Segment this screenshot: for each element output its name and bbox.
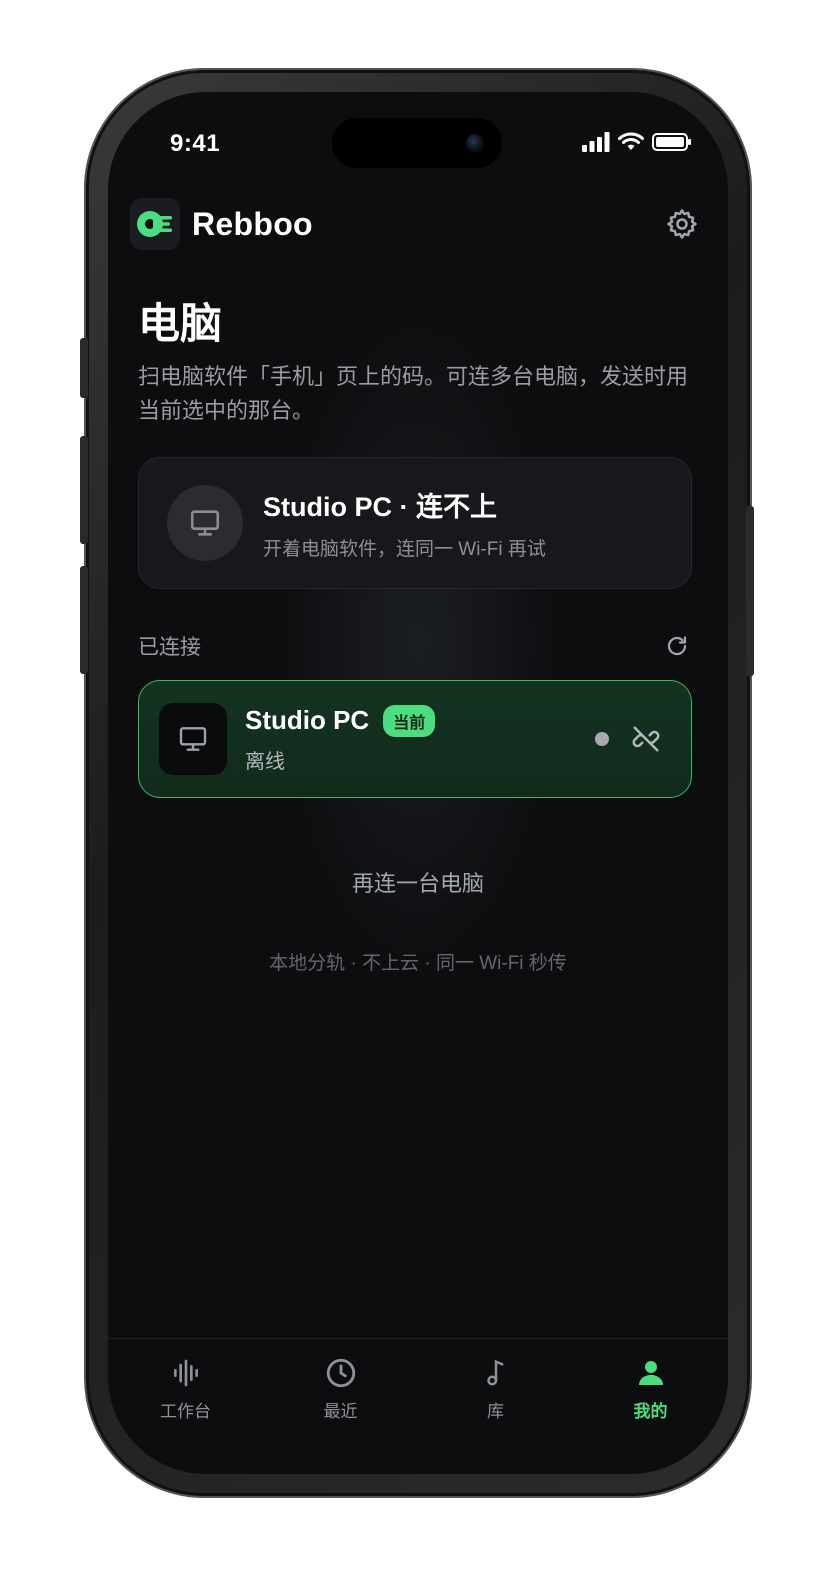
connection-status-card[interactable]: Studio PC · 连不上 开着电脑软件，连同一 Wi-Fi 再试 xyxy=(138,457,692,589)
status-title: Studio PC · 连不上 xyxy=(263,492,497,522)
section-label: 已连接 xyxy=(138,636,201,659)
wifi-icon xyxy=(618,132,644,150)
tab-label: 库 xyxy=(487,1402,504,1421)
page-title: 电脑 xyxy=(138,300,223,347)
current-badge: 当前 xyxy=(383,704,436,737)
refresh-icon xyxy=(667,636,687,656)
camera-icon xyxy=(466,134,484,152)
music-note-icon xyxy=(478,1355,514,1391)
connected-section-header: 已连接 xyxy=(138,628,692,664)
app-name: Rebboo xyxy=(192,205,313,242)
tab-recent[interactable]: 最近 xyxy=(263,1339,418,1474)
device-text: Studio PC 当前 离线 xyxy=(245,704,436,774)
tab-bar: 工作台 最近 库 我的 xyxy=(108,1338,728,1474)
unlink-icon xyxy=(632,726,660,752)
settings-button[interactable] xyxy=(662,204,702,244)
person-icon xyxy=(633,1355,669,1391)
tab-label: 工作台 xyxy=(160,1402,211,1421)
status-icon-wrapper xyxy=(167,485,243,561)
device-status: 离线 xyxy=(245,750,285,773)
battery-icon xyxy=(652,133,691,151)
volume-up-button xyxy=(80,436,88,544)
power-button xyxy=(746,506,754,676)
monitor-icon xyxy=(179,727,207,751)
disconnect-button[interactable] xyxy=(629,722,663,756)
monitor-icon xyxy=(190,510,220,536)
volume-down-button xyxy=(80,566,88,674)
screen: 9:41 Rebboo 电脑 扫电脑软件「手机」页上的码。可连多台电脑，发送时用… xyxy=(108,92,728,1474)
tab-label: 最近 xyxy=(323,1402,358,1421)
waveform-icon xyxy=(168,1355,204,1391)
tab-library[interactable]: 库 xyxy=(418,1339,573,1474)
status-subtitle: 开着电脑软件，连同一 Wi-Fi 再试 xyxy=(263,539,546,560)
refresh-button[interactable] xyxy=(662,631,692,661)
rebboo-logo-icon xyxy=(137,211,172,237)
status-time: 9:41 xyxy=(170,130,221,157)
device-name: Studio PC xyxy=(245,705,370,735)
gear-icon xyxy=(667,209,697,239)
tab-workbench[interactable]: 工作台 xyxy=(108,1339,263,1474)
tab-me[interactable]: 我的 xyxy=(573,1339,728,1474)
status-dot-icon xyxy=(595,732,609,746)
dynamic-island xyxy=(332,118,502,168)
add-another-computer-link[interactable]: 再连一台电脑 xyxy=(108,866,728,898)
device-name-row: Studio PC 当前 xyxy=(245,704,436,737)
footer-note: 本地分轨 · 不上云 · 同一 Wi-Fi 秒传 xyxy=(269,953,567,974)
status-icons xyxy=(582,132,691,152)
status-text: Studio PC · 连不上 开着电脑软件，连同一 Wi-Fi 再试 xyxy=(263,485,546,561)
cellular-signal-icon xyxy=(582,132,610,152)
device-icon-wrapper xyxy=(159,703,227,775)
action-button xyxy=(80,338,88,398)
app-header: Rebboo xyxy=(130,198,702,250)
tab-label: 我的 xyxy=(633,1402,668,1421)
page-description: 扫电脑软件「手机」页上的码。可连多台电脑，发送时用当前选中的那台。 xyxy=(138,364,689,423)
clock-icon xyxy=(323,1355,359,1391)
device-card[interactable]: Studio PC 当前 离线 xyxy=(138,680,692,798)
app-logo xyxy=(130,198,180,250)
